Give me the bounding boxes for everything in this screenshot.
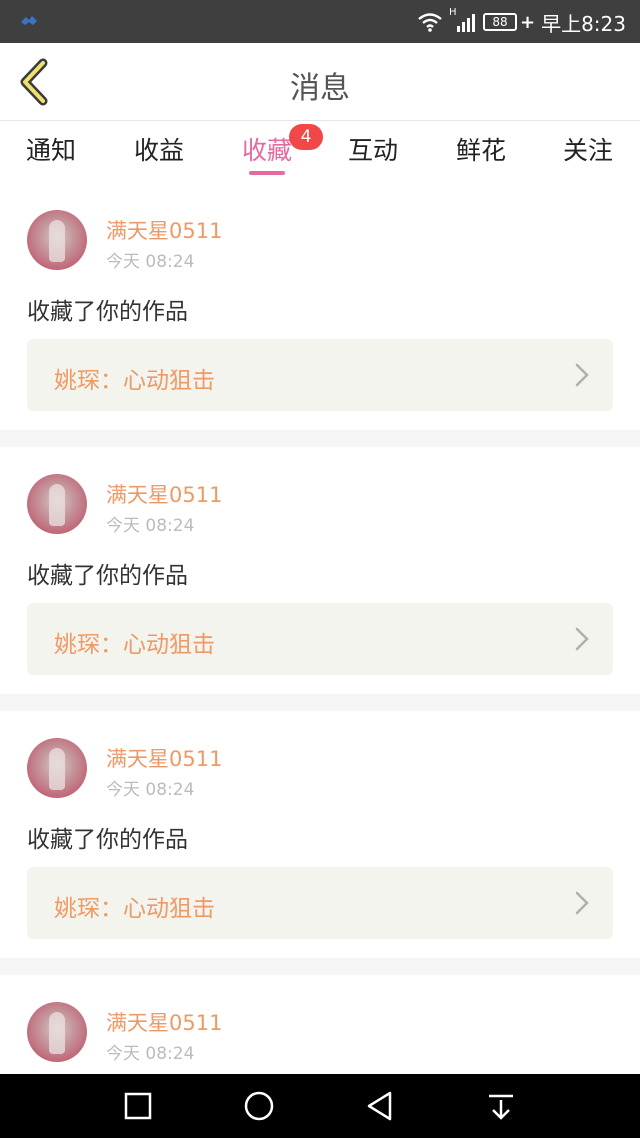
tab-favorites[interactable]: 收藏 4 — [217, 124, 323, 177]
action-text: 收藏了你的作品 — [27, 299, 188, 325]
circle-icon — [244, 1091, 274, 1121]
tab-interactions[interactable]: 互动 — [323, 131, 423, 177]
tab-bar: 通知 收益 收藏 4 互动 鲜花 关注 — [0, 121, 640, 179]
work-title: 姚琛：心动狙击 — [54, 896, 215, 922]
work-link[interactable]: 姚琛：心动狙击 — [27, 339, 613, 411]
chevron-right-icon — [575, 891, 589, 915]
avatar[interactable] — [27, 738, 87, 798]
avatar[interactable] — [27, 1002, 87, 1062]
chevron-right-icon — [575, 363, 589, 387]
page-title: 消息 — [290, 71, 350, 106]
message-card: 满天星0511 今天 08:24 收藏了你的作品 姚琛：心动狙击 — [0, 447, 640, 694]
tab-earnings[interactable]: 收益 — [109, 131, 209, 177]
unread-badge: 4 — [289, 124, 323, 150]
action-text: 收藏了你的作品 — [27, 563, 188, 589]
timestamp: 今天 08:24 — [106, 780, 195, 800]
work-title: 姚琛：心动狙击 — [54, 368, 215, 394]
username[interactable]: 满天星0511 — [106, 1007, 222, 1037]
work-title: 姚琛：心动狙击 — [54, 632, 215, 658]
active-tab-indicator — [249, 171, 285, 175]
tab-follows[interactable]: 关注 — [538, 131, 638, 177]
wifi-icon — [418, 13, 442, 32]
download-icon — [489, 1094, 513, 1120]
username[interactable]: 满天星0511 — [106, 743, 222, 773]
square-icon — [124, 1092, 152, 1120]
status-time: 早上8:23 — [541, 11, 626, 36]
timestamp: 今天 08:24 — [106, 516, 195, 536]
tab-label: 通知 — [25, 136, 76, 165]
avatar[interactable] — [27, 210, 87, 270]
username[interactable]: 满天星0511 — [106, 479, 222, 509]
tab-label: 鲜花 — [455, 136, 506, 165]
signal-icon: H — [449, 7, 477, 33]
tab-label: 收藏 — [241, 136, 292, 165]
triangle-back-icon — [367, 1091, 392, 1121]
system-nav-bar — [0, 1074, 640, 1138]
message-card: 满天星0511 今天 08:24 收藏了你的作品 姚琛：心动狙击 — [0, 179, 640, 430]
app-notification-icon — [21, 16, 37, 25]
avatar[interactable] — [27, 474, 87, 534]
tab-notifications[interactable]: 通知 — [1, 131, 101, 177]
chevron-right-icon — [575, 627, 589, 651]
back-nav-button[interactable] — [362, 1088, 398, 1124]
tab-flowers[interactable]: 鲜花 — [431, 131, 531, 177]
message-card: 满天星0511 今天 08:24 收藏了你的作品 姚琛：心动狙击 — [0, 711, 640, 958]
header-bar: 消息 — [0, 43, 640, 121]
tab-label: 关注 — [562, 136, 613, 165]
username[interactable]: 满天星0511 — [106, 215, 222, 245]
tab-label: 互动 — [347, 136, 398, 165]
work-link[interactable]: 姚琛：心动狙击 — [27, 867, 613, 939]
notification-pull-button[interactable] — [483, 1088, 519, 1124]
action-text: 收藏了你的作品 — [27, 827, 188, 853]
status-bar: H 88 + 早上8:23 — [0, 0, 640, 43]
tab-label: 收益 — [133, 136, 184, 165]
work-link[interactable]: 姚琛：心动狙击 — [27, 603, 613, 675]
recent-apps-button[interactable] — [120, 1088, 156, 1124]
timestamp: 今天 08:24 — [106, 252, 195, 272]
home-button[interactable] — [241, 1088, 277, 1124]
charging-icon: + — [519, 11, 536, 33]
battery-level: 88 — [492, 15, 508, 29]
battery-icon: 88 — [482, 13, 517, 31]
status-right: H 88 + 早上8:23 — [411, 7, 626, 36]
timestamp: 今天 08:24 — [106, 1044, 195, 1064]
